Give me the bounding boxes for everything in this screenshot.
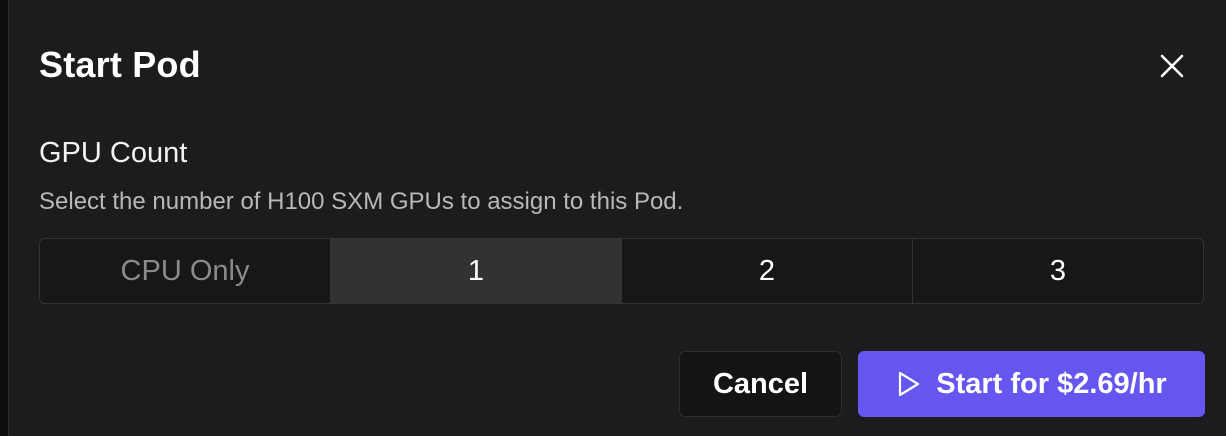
gpu-count-label: GPU Count xyxy=(39,137,188,169)
cancel-button[interactable]: Cancel xyxy=(679,351,842,417)
close-button[interactable] xyxy=(1152,48,1192,88)
gpu-count-description: Select the number of H100 SXM GPUs to as… xyxy=(39,188,684,215)
gpu-option-3[interactable]: 3 xyxy=(913,239,1203,303)
play-icon xyxy=(896,370,922,398)
dialog-title: Start Pod xyxy=(39,44,201,85)
close-icon xyxy=(1159,53,1185,84)
gpu-option-2[interactable]: 2 xyxy=(622,239,913,303)
gpu-option-1[interactable]: 1 xyxy=(331,239,622,303)
gpu-option-cpu-only[interactable]: CPU Only xyxy=(40,239,331,303)
start-button-label: Start for $2.69/hr xyxy=(936,367,1167,400)
start-pod-dialog: Start Pod GPU Count Select the number of… xyxy=(8,0,1226,436)
gpu-count-selector: CPU Only 1 2 3 xyxy=(39,238,1204,304)
start-pod-button[interactable]: Start for $2.69/hr xyxy=(858,351,1205,417)
cancel-button-label: Cancel xyxy=(712,367,809,400)
